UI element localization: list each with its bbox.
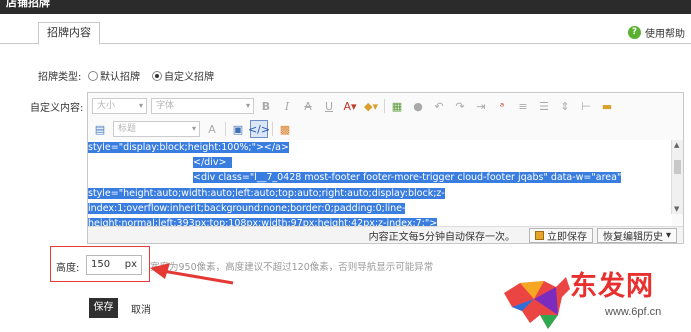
sign-type-label: 招牌类型: [38, 72, 82, 83]
italic-icon[interactable]: I [278, 97, 296, 115]
cancel-link[interactable]: 取消 [131, 301, 151, 316]
editor-status-bar: 内容正文每5分钟自动保存一次。 立即保存 恢复编辑历史 ▾ [88, 226, 683, 243]
code-line: style="display:block;height:100%;"></a> [88, 142, 289, 153]
save-disk-icon [534, 230, 544, 240]
tab-sign-content[interactable]: 招牌内容 [38, 22, 100, 45]
undo-icon[interactable]: ↶ [430, 97, 448, 115]
watermark-text: 东发网 [570, 271, 654, 302]
code-line: style="height:auto;width:auto;left:auto;… [88, 187, 445, 199]
height-hint: 宽度为950像素，高度建议不超过120像素，否则导航显示可能异常 [150, 262, 434, 273]
rich-text-editor: 大小 字体 B I A U A▾ ◆▾ ▦ ● ↶ ↷ ⇥ ᵃ ≡ ☰ ⇕ ⊢ … [87, 92, 684, 244]
line-spacing-icon[interactable]: ⇕ [556, 97, 574, 115]
scrollbar-thumb[interactable] [674, 160, 681, 174]
custom-content-label: 自定义内容: [30, 103, 84, 114]
radio-default-sign[interactable] [88, 70, 98, 81]
table-icon[interactable]: ▦ [388, 97, 406, 115]
height-input[interactable]: 150 px [86, 255, 142, 275]
font-family-select[interactable]: 字体 [151, 98, 254, 114]
height-unit: px [124, 259, 137, 270]
tab-bar: 招牌内容 ? 使用帮助 [0, 22, 691, 45]
heading-select[interactable]: 标题 [113, 121, 200, 137]
radio-default-sign-label[interactable]: 默认招牌 [100, 68, 140, 83]
help-icon: ? [628, 25, 641, 39]
code-line: index:1;overflow:inherit;background:none… [88, 202, 406, 214]
save-button[interactable]: 保存 [89, 298, 118, 318]
watermark-url: www.6pf.cn [605, 306, 662, 318]
autosave-message: 内容正文每5分钟自动保存一次。 [368, 231, 515, 243]
clear-format-icon[interactable]: ᵃ [493, 97, 511, 115]
restore-history-button[interactable]: 恢复编辑历史 ▾ [596, 227, 677, 243]
underline-icon[interactable]: U [320, 97, 338, 115]
unordered-list-icon[interactable]: ☰ [535, 97, 553, 115]
source-code-icon[interactable]: </> [248, 120, 270, 138]
editor-toolbar-row-2: ▤ 标题 A ▣ </> ▩ [88, 118, 683, 140]
block-format-icon[interactable]: ▤ [91, 120, 109, 138]
indent-icon[interactable]: ⇥ [472, 97, 490, 115]
insert-image-icon[interactable]: ▣ [229, 120, 247, 138]
store-sign-settings: 店铺招牌 招牌内容 ? 使用帮助 招牌类型: 默认招牌 自定义招牌 自定义内容:… [0, 0, 691, 332]
title-bar: 店铺招牌 [0, 0, 691, 14]
format-painter-icon[interactable]: A [203, 120, 221, 138]
editor-toolbar-row-1: 大小 字体 B I A U A▾ ◆▾ ▦ ● ↶ ↷ ⇥ ᵃ ≡ ☰ ⇕ ⊢ … [88, 95, 683, 117]
radio-custom-sign-label[interactable]: 自定义招牌 [164, 68, 214, 83]
radio-custom-sign[interactable] [152, 70, 162, 81]
media-icon[interactable]: ▩ [276, 120, 294, 138]
redo-icon[interactable]: ↷ [451, 97, 469, 115]
height-value: 150 [91, 259, 111, 270]
ordered-list-icon[interactable]: ≡ [514, 97, 532, 115]
strikethrough-icon[interactable]: A [299, 97, 317, 115]
chevron-down-icon: ▾ [665, 229, 671, 241]
code-line: <div class="l__7_0428 most-footer footer… [193, 172, 622, 184]
panel-title: 店铺招牌 [6, 0, 50, 9]
font-size-select[interactable]: 大小 [92, 98, 147, 114]
save-now-button[interactable]: 立即保存 [528, 227, 593, 243]
help-label: 使用帮助 [645, 28, 685, 40]
scroll-down-icon[interactable]: ▼ [674, 205, 679, 213]
scroll-up-icon[interactable]: ▲ [674, 141, 679, 149]
horizontal-rule-icon[interactable]: ⊢ [577, 97, 595, 115]
help-link[interactable]: ? 使用帮助 [628, 24, 685, 40]
height-label: 高度: [56, 263, 80, 274]
source-code-area[interactable]: style="display:block;height:100%;"></a> … [88, 140, 672, 228]
bold-icon[interactable]: B [257, 97, 275, 115]
code-line: </div> [88, 155, 672, 170]
code-scrollbar[interactable]: ▲ ▼ [671, 140, 683, 214]
font-color-icon[interactable]: A▾ [341, 97, 359, 115]
background-color-icon[interactable]: ◆▾ [362, 97, 380, 115]
emoticon-icon[interactable]: ● [409, 97, 427, 115]
sign-type-options: 默认招牌 自定义招牌 [88, 68, 214, 83]
image-icon[interactable]: ▬ [598, 97, 616, 115]
